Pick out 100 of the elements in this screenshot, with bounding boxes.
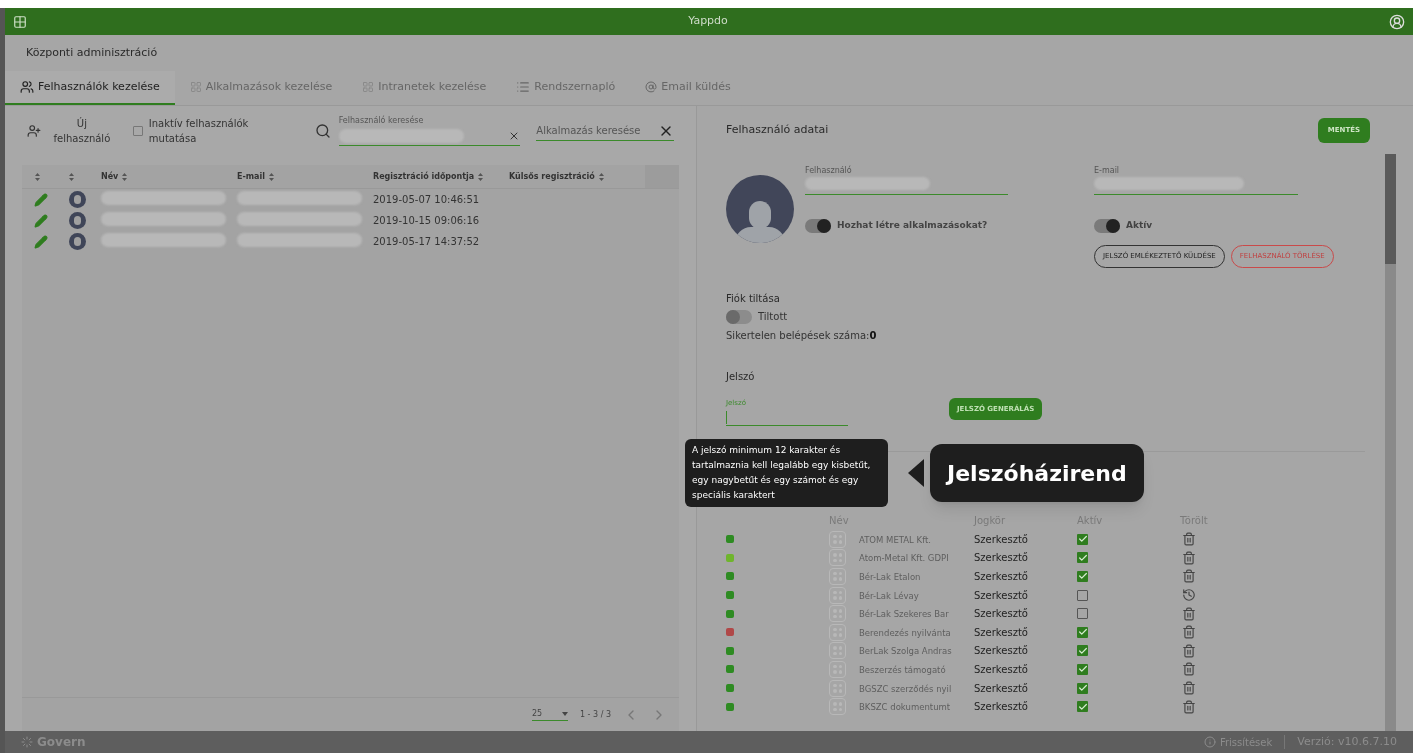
tab[interactable]: Email küldés [630, 71, 746, 105]
app-name: Berendezés nyilvánta [859, 627, 951, 638]
section-title: Jelszó [726, 370, 756, 384]
app-name: Bér-Lak Lévay [859, 590, 919, 601]
checkbox[interactable] [132, 126, 143, 136]
app-name: Beszerzés támogató [859, 664, 946, 675]
role-text: Szerkesztő [974, 607, 1029, 622]
app-search-field[interactable]: Alkalmazás keresése [536, 121, 674, 141]
section-title: Felhasználó adatai [726, 122, 829, 139]
toggle-label: Tiltott [758, 310, 788, 324]
grid-icon [362, 81, 375, 93]
at-icon [645, 81, 658, 93]
trash-icon[interactable] [1182, 569, 1196, 584]
search-icon [314, 123, 331, 139]
edit-icon[interactable] [34, 234, 48, 249]
checkbox[interactable] [1077, 589, 1088, 601]
trash-icon[interactable] [1182, 699, 1196, 714]
trash-icon[interactable] [1182, 532, 1196, 547]
sort-icon[interactable] [69, 172, 74, 181]
app-name: Atom-Metal Kft. GDPI [859, 553, 949, 564]
tab[interactable]: Alkalmazások kezelése [174, 71, 348, 105]
role-text: Szerkesztő [974, 625, 1029, 640]
page-size-select[interactable]: 25 [531, 708, 568, 721]
app-name: BKSZC dokumentumt [859, 702, 951, 713]
edit-icon[interactable] [34, 192, 48, 207]
avatar-icon [68, 233, 86, 250]
column-header[interactable]: Regisztráció időpontja [373, 170, 475, 183]
tour-title-bubble: Jelszóházirend [930, 444, 1144, 502]
role-text: Szerkesztő [974, 551, 1029, 566]
tab[interactable]: Intranetek kezelése [347, 71, 502, 105]
sort-icon[interactable] [598, 172, 604, 181]
user-search-field[interactable]: Felhasználó keresése [338, 116, 521, 146]
avatar-icon [68, 212, 86, 229]
column-header[interactable]: Külsős regisztráció [509, 170, 595, 183]
table-cell-text: 2019-05-17 14:37:52 [373, 235, 481, 249]
checkbox[interactable] [1077, 645, 1088, 657]
page-range: 1 - 3 / 3 [579, 708, 611, 721]
app-name: BerLak Szolga Andras [859, 646, 952, 657]
section-title: Fiók tiltása [726, 292, 781, 306]
info-icon [1203, 736, 1216, 748]
hint-tooltip: A jelszó minimum 12 karakter és tartalmaznia kell legalább egy kisbetűt, egy nagybetűt és egy számot és egy speciális karaktert [685, 439, 888, 507]
role-text: Szerkesztő [974, 588, 1029, 603]
trash-icon[interactable] [1182, 550, 1196, 565]
toggle-label: Hozhat létre alkalmazásokat? [837, 219, 988, 233]
edit-icon[interactable] [34, 213, 48, 228]
sort-icon[interactable] [35, 172, 40, 181]
trash-icon[interactable] [1182, 606, 1196, 621]
column-header[interactable]: E-mail [237, 170, 265, 183]
restore-icon[interactable] [1182, 588, 1196, 603]
sort-icon[interactable] [122, 172, 128, 181]
add-user-icon [27, 124, 41, 138]
avatar-icon[interactable] [1389, 13, 1405, 30]
role-text: Szerkesztő [974, 532, 1029, 547]
new-user-button[interactable]: Új felhasználó [27, 116, 117, 146]
app-name: Bér-Lak Etalon [859, 572, 921, 582]
role-text: Szerkesztő [974, 700, 1029, 715]
checkbox[interactable] [1077, 663, 1088, 675]
role-text: Szerkesztő [974, 681, 1029, 696]
trash-icon[interactable] [1182, 643, 1196, 658]
username-field[interactable]: Felhasználó [805, 165, 1008, 195]
checkbox[interactable] [1077, 533, 1088, 545]
logo-icon [21, 736, 33, 748]
users-icon [20, 80, 34, 94]
trash-icon[interactable] [1182, 662, 1196, 677]
checkbox[interactable] [1077, 682, 1088, 694]
dropdown-caret-icon [561, 712, 568, 716]
table-cell-text: 2019-05-07 10:46:51 [373, 193, 481, 207]
checkbox[interactable] [1077, 571, 1088, 582]
checkbox[interactable] [1077, 701, 1088, 713]
app-name: Bér-Lak Szekeres Bar [859, 609, 949, 620]
role-text: Szerkesztő [974, 662, 1029, 677]
tab[interactable]: Felhasználók kezelése [5, 71, 175, 105]
checkbox[interactable] [1077, 608, 1088, 620]
failed-logins-text: Sikertelen belépések száma:0 [726, 329, 878, 343]
sort-icon[interactable] [269, 172, 274, 181]
toggle-switch[interactable] [1094, 219, 1120, 233]
app-name: ATOM METAL Kft. [859, 534, 931, 545]
table-cell-text: 2019-10-15 09:06:16 [373, 214, 481, 228]
checkbox[interactable] [1077, 552, 1088, 564]
checkbox-label: Inaktív felhasználók mutatása [148, 117, 250, 146]
grid-icon [189, 81, 202, 93]
checkbox[interactable] [1077, 626, 1088, 638]
toggle-switch[interactable] [726, 309, 752, 324]
tab[interactable]: Rendszernapló [501, 71, 631, 105]
page-title: Központi adminisztráció [26, 45, 158, 62]
toggle-switch[interactable] [805, 219, 831, 233]
apps-icon[interactable] [13, 14, 27, 29]
role-text: Szerkesztő [974, 644, 1029, 659]
column-header[interactable]: Név [101, 170, 119, 183]
list-icon [516, 80, 531, 94]
trash-icon[interactable] [1182, 681, 1196, 696]
trash-icon[interactable] [1182, 625, 1196, 640]
app-name: BGSZC szerződés nyil [859, 683, 952, 694]
sort-icon[interactable] [478, 172, 484, 181]
avatar-icon [68, 191, 86, 208]
toggle-label: Aktív [1126, 219, 1153, 233]
role-text: Szerkesztő [974, 570, 1029, 584]
app-title: Yappdo [688, 13, 728, 30]
scrollbar[interactable] [1385, 154, 1396, 731]
email-field[interactable]: E-mail [1094, 165, 1298, 195]
